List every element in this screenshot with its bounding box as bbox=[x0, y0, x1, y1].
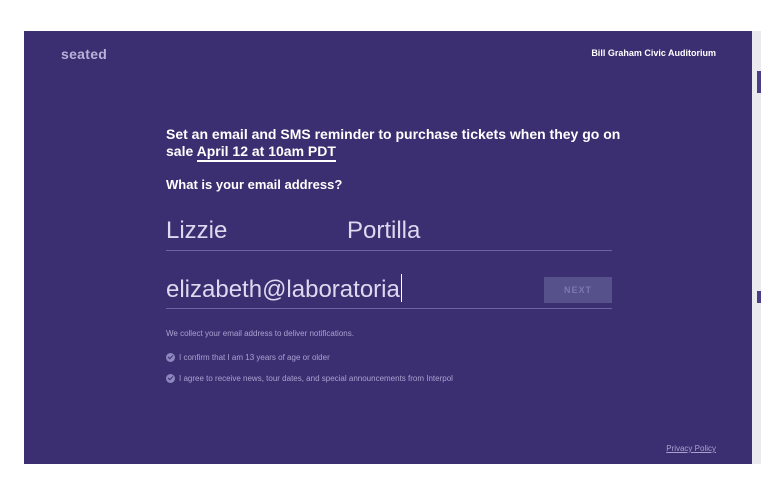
venue-name: Bill Graham Civic Auditorium bbox=[591, 48, 716, 58]
check-circle-icon[interactable] bbox=[166, 353, 175, 362]
email-question: What is your email address? bbox=[166, 177, 343, 192]
background-page-edge bbox=[752, 31, 761, 464]
name-field[interactable]: Lizzie Portilla bbox=[166, 217, 612, 251]
first-name-value[interactable]: Lizzie bbox=[166, 217, 227, 245]
headline: Set an email and SMS reminder to purchas… bbox=[166, 126, 626, 162]
news-optin-label: I agree to receive news, tour dates, and… bbox=[179, 374, 453, 383]
page: seated Bill Graham Civic Auditorium Set … bbox=[0, 0, 778, 491]
privacy-policy-link[interactable]: Privacy Policy bbox=[666, 444, 716, 453]
text-caret bbox=[400, 274, 402, 302]
email-input[interactable]: elizabeth@laboratoria bbox=[166, 274, 402, 304]
age-confirm-checkbox[interactable]: I confirm that I am 13 years of age or o… bbox=[166, 353, 330, 362]
check-circle-icon[interactable] bbox=[166, 374, 175, 383]
next-button[interactable]: NEXT bbox=[544, 277, 612, 303]
reminder-modal: seated Bill Graham Civic Auditorium Set … bbox=[24, 31, 752, 464]
email-notice: We collect your email address to deliver… bbox=[166, 329, 354, 338]
edge-marker bbox=[757, 71, 761, 93]
brand-logo[interactable]: seated bbox=[61, 46, 107, 62]
edge-marker bbox=[757, 291, 761, 303]
email-value: elizabeth@laboratoria bbox=[166, 276, 400, 303]
news-optin-checkbox[interactable]: I agree to receive news, tour dates, and… bbox=[166, 374, 453, 383]
on-sale-date: April 12 at 10am PDT bbox=[196, 143, 336, 162]
age-confirm-label: I confirm that I am 13 years of age or o… bbox=[179, 353, 330, 362]
email-field[interactable]: elizabeth@laboratoria NEXT bbox=[166, 274, 612, 309]
last-name-value[interactable]: Portilla bbox=[347, 217, 420, 245]
